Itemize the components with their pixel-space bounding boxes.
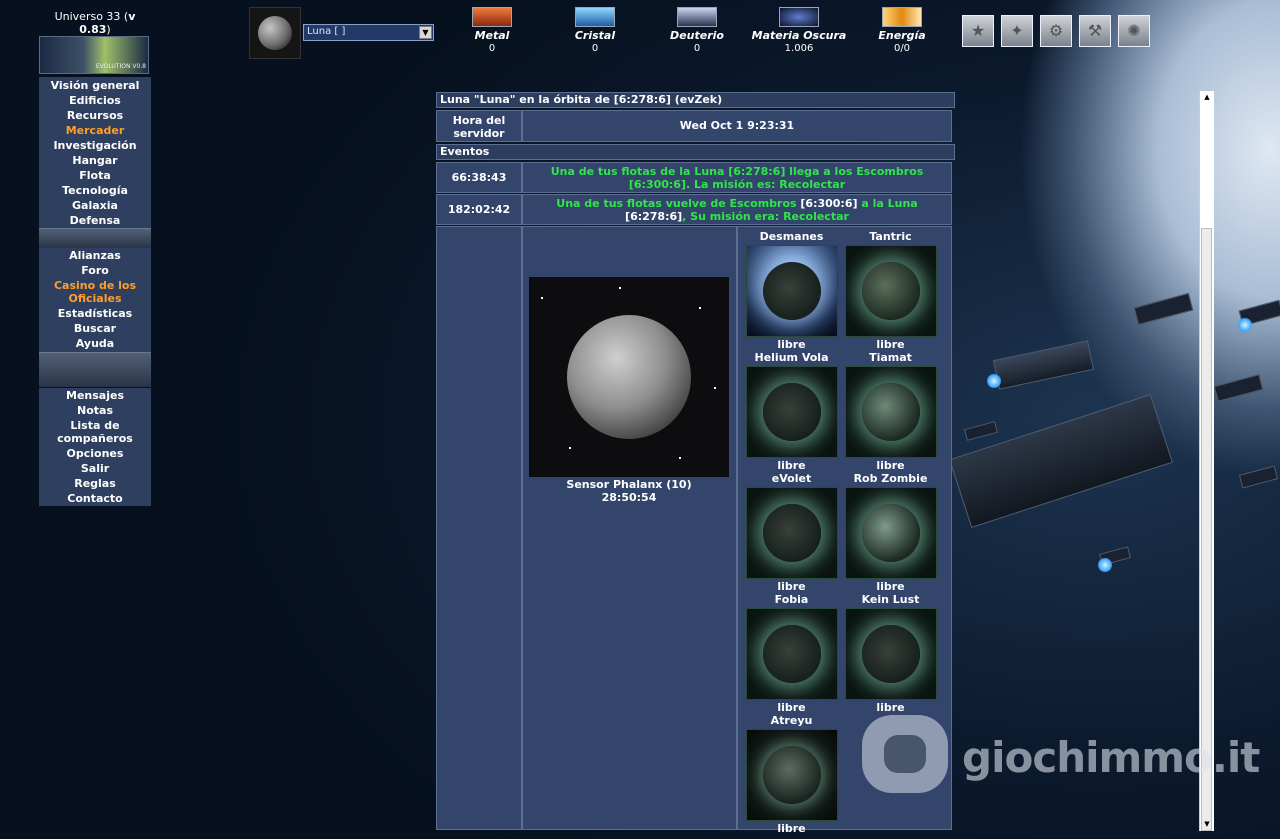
- engineer-officer-icon[interactable]: ⚙: [1040, 15, 1072, 47]
- fighter-image: [1133, 292, 1194, 326]
- moon-item[interactable]: Tantric libre: [841, 231, 940, 352]
- menu-item-options[interactable]: Opciones: [39, 446, 151, 461]
- phalanx-info: Sensor Phalanx (10) 28:50:54: [521, 478, 737, 504]
- overview-title: Luna "Luna" en la órbita de [6:278:6] (e…: [436, 92, 955, 108]
- moon-item[interactable]: Tiamat libre: [841, 352, 940, 473]
- page-scrollbar[interactable]: ▲ ▼: [1199, 91, 1214, 831]
- universe-version: Universo 33 (v 0.83): [54, 10, 136, 36]
- moon-thumbnail[interactable]: [844, 487, 937, 579]
- moon-item[interactable]: Desmanes libre: [742, 231, 841, 352]
- admiral-officer-icon[interactable]: ✦: [1001, 15, 1033, 47]
- menu-item-fleet[interactable]: Flota: [39, 168, 151, 183]
- commander-officer-icon[interactable]: ★: [962, 15, 994, 47]
- moon-thumbnail[interactable]: [844, 608, 937, 700]
- menu-item-alliances[interactable]: Alianzas: [39, 248, 151, 263]
- menu-item-help[interactable]: Ayuda: [39, 336, 151, 351]
- energy-icon: [882, 7, 922, 27]
- menu-separator: [39, 352, 151, 387]
- scroll-down-icon[interactable]: ▼: [1200, 818, 1214, 831]
- menu-item-galaxy[interactable]: Galaxia: [39, 198, 151, 213]
- deuterium-icon: [677, 7, 717, 27]
- menu-item-overview[interactable]: Visión general: [39, 78, 151, 93]
- scroll-up-icon[interactable]: ▲: [1200, 91, 1214, 104]
- game-logo-banner: EVOLUTION V0.8: [39, 36, 149, 74]
- events-header: Eventos: [436, 144, 955, 160]
- menu-item-notes[interactable]: Notas: [39, 403, 151, 418]
- moon-item[interactable]: Atreyu libre: [742, 715, 841, 836]
- moon-thumbnail[interactable]: [844, 245, 937, 337]
- moon-thumbnail[interactable]: [745, 608, 838, 700]
- engine-glow: [1098, 558, 1112, 572]
- moon-image[interactable]: [529, 277, 729, 477]
- fighter-image: [1213, 374, 1264, 402]
- menu-item-messages[interactable]: Mensajes: [39, 388, 151, 403]
- menu-item-officers-casino[interactable]: Casino de los Oficiales: [39, 278, 151, 306]
- watermark-text: giochimmo.it: [962, 733, 1260, 782]
- server-time-value: Wed Oct 1 9:23:31: [522, 110, 952, 142]
- watermark: giochimmo.it: [862, 715, 1260, 795]
- resource-dark-matter: Materia Oscura 1.006: [749, 7, 849, 55]
- menu-item-hangar[interactable]: Hangar: [39, 153, 151, 168]
- planet-select-dropdown[interactable]: Luna [ ] ▼: [303, 24, 434, 41]
- event-timer: 66:38:43: [436, 162, 522, 193]
- moon-item[interactable]: Fobia libre: [742, 594, 841, 715]
- fighter-image: [1238, 465, 1279, 489]
- fighter-image: [963, 421, 999, 441]
- geologist-officer-icon[interactable]: ⚒: [1079, 15, 1111, 47]
- cruiser-image: [992, 340, 1095, 390]
- metal-icon: [472, 7, 512, 27]
- resource-metal: Metal 0: [442, 7, 542, 55]
- menu-item-technology[interactable]: Tecnología: [39, 183, 151, 198]
- main-menu-group-1: Visión general Edificios Recursos Mercad…: [39, 77, 151, 228]
- main-menu-group-3: Mensajes Notas Lista de compañeros Opcio…: [39, 388, 151, 506]
- battleship-image: [949, 394, 1173, 528]
- moon-thumbnail[interactable]: [745, 729, 838, 821]
- menu-item-statistics[interactable]: Estadísticas: [39, 306, 151, 321]
- moon-item[interactable]: eVolet libre: [742, 473, 841, 594]
- phalanx-label: Sensor Phalanx (10): [566, 478, 692, 491]
- event-fleet-arrival[interactable]: Una de tus flotas de la Luna [6:278:6] l…: [522, 162, 952, 193]
- watermark-logo-icon: [862, 715, 948, 793]
- menu-item-forum[interactable]: Foro: [39, 263, 151, 278]
- menu-item-logout[interactable]: Salir: [39, 461, 151, 476]
- resource-crystal: Cristal 0: [545, 7, 645, 55]
- event-fleet-return[interactable]: Una de tus flotas vuelve de Escombros [6…: [522, 194, 952, 225]
- menu-item-contact[interactable]: Contacto: [39, 491, 151, 506]
- moon-thumbnail[interactable]: [745, 245, 838, 337]
- dark-matter-icon: [779, 7, 819, 27]
- engine-glow: [987, 374, 1001, 388]
- left-empty-cell: [436, 226, 522, 830]
- moon-thumbnail[interactable]: [745, 366, 838, 458]
- moon-item[interactable]: Rob Zombie libre: [841, 473, 940, 594]
- engine-glow: [1238, 318, 1252, 332]
- menu-item-buddy-list[interactable]: Lista de compañeros: [39, 418, 151, 446]
- menu-separator: [39, 228, 151, 248]
- event-timer: 182:02:42: [436, 194, 522, 225]
- server-time-label: Hora del servidor: [436, 110, 522, 142]
- crystal-icon: [575, 7, 615, 27]
- menu-item-merchant[interactable]: Mercader: [39, 123, 151, 138]
- resource-deuterium: Deuterio 0: [647, 7, 747, 55]
- resource-energy: Energía 0/0: [852, 7, 952, 55]
- menu-item-resources[interactable]: Recursos: [39, 108, 151, 123]
- menu-item-rules[interactable]: Reglas: [39, 476, 151, 491]
- phalanx-timer: 28:50:54: [601, 491, 657, 504]
- menu-item-research[interactable]: Investigación: [39, 138, 151, 153]
- moon-thumbnail[interactable]: [745, 487, 838, 579]
- menu-item-search[interactable]: Buscar: [39, 321, 151, 336]
- current-planet-thumbnail[interactable]: [249, 7, 301, 59]
- main-menu-group-2: Alianzas Foro Casino de los Oficiales Es…: [39, 248, 151, 352]
- moon-item[interactable]: Kein Lust libre: [841, 594, 940, 715]
- technocrat-officer-icon[interactable]: ✺: [1118, 15, 1150, 47]
- menu-item-defense[interactable]: Defensa: [39, 213, 151, 228]
- moon-item[interactable]: Helium Vola libre: [742, 352, 841, 473]
- menu-item-buildings[interactable]: Edificios: [39, 93, 151, 108]
- chevron-down-icon[interactable]: ▼: [419, 26, 432, 39]
- moon-thumbnail[interactable]: [844, 366, 937, 458]
